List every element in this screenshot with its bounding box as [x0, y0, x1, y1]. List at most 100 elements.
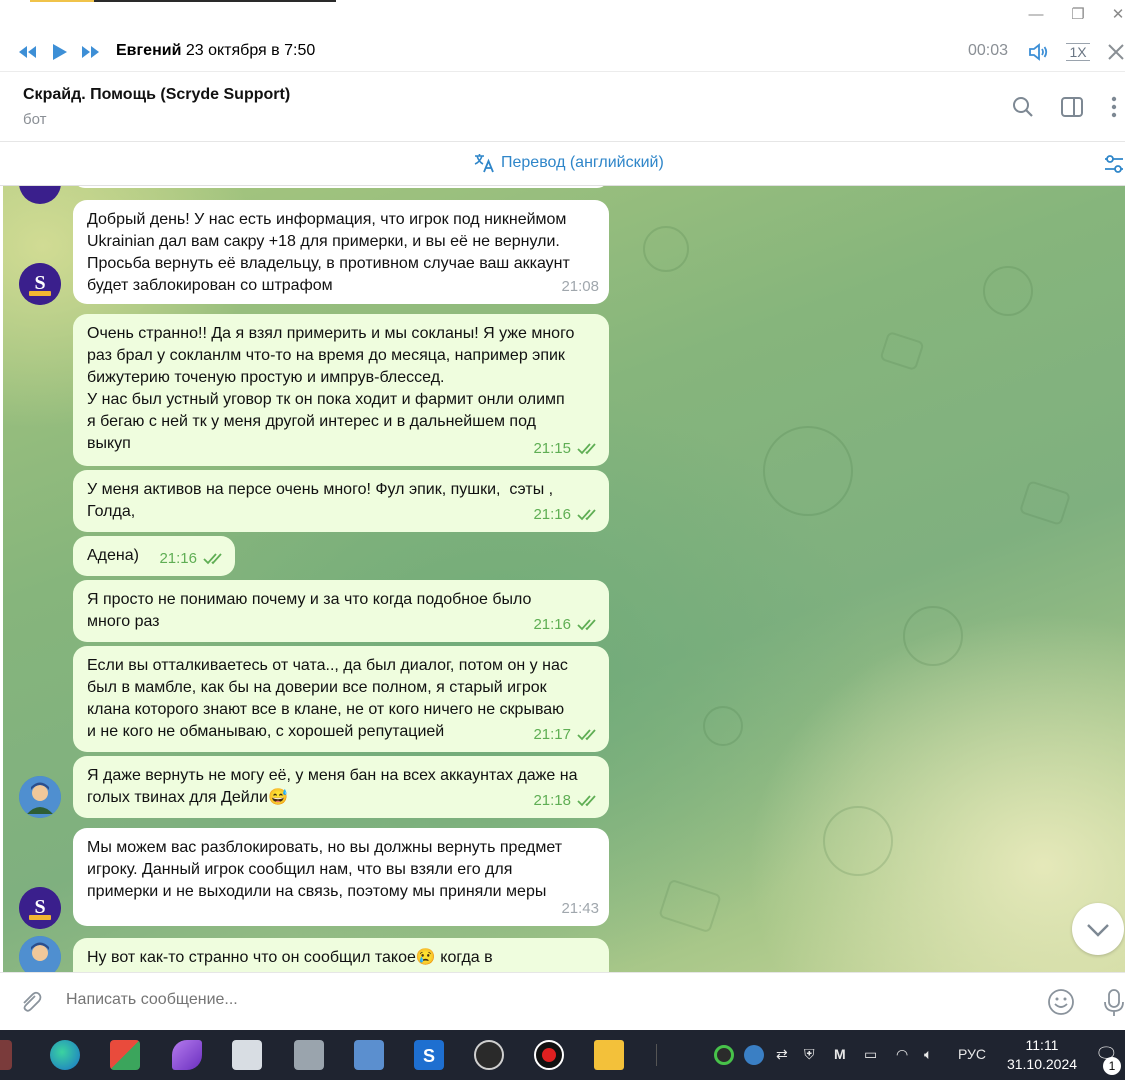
taskbar-clock[interactable]: 11:11 31.10.2024 — [1004, 1036, 1080, 1074]
bot-avatar[interactable]: S — [19, 263, 61, 305]
chat-title[interactable]: Скрайд. Помощь (Scryde Support) — [23, 86, 290, 104]
message-time: 21:15 — [533, 440, 571, 457]
user-photo-icon — [19, 936, 61, 972]
audio-player-bar: Евгений 23 октября в 7:50 00:03 1X — [0, 32, 1125, 72]
message-time: 21:43 — [561, 900, 599, 917]
network-adapter-icon[interactable]: ⇄ — [776, 1046, 788, 1063]
battery-icon[interactable]: ▭ — [864, 1046, 877, 1063]
restore-button[interactable]: ❐ — [1064, 4, 1092, 26]
message-meta: 21:17 — [533, 724, 599, 746]
wallpaper-doodle — [879, 330, 925, 372]
message-bubble-incoming[interactable]: Мы можем вас разблокировать, но вы должн… — [73, 828, 609, 926]
read-receipt-icon — [577, 509, 596, 521]
scryde-launcher-icon[interactable]: S — [414, 1040, 444, 1070]
fast-forward-icon[interactable] — [78, 40, 102, 64]
microsoft-store-icon[interactable] — [110, 1040, 140, 1070]
bot-avatar[interactable]: S — [19, 887, 61, 929]
bot-avatar[interactable] — [19, 186, 61, 204]
message-bubble-outgoing[interactable]: Я даже вернуть не могу её, у меня бан на… — [73, 756, 609, 818]
message-time: 21:08 — [561, 278, 599, 295]
read-receipt-icon — [203, 553, 222, 565]
read-receipt-icon — [577, 443, 596, 455]
message-bubble-outgoing[interactable]: Если вы отталкиваетесь от чата.., да был… — [73, 646, 609, 752]
wallpaper-doodle — [763, 426, 853, 516]
volume-icon[interactable] — [1027, 40, 1051, 64]
tray-app-icon[interactable] — [744, 1045, 764, 1065]
translate-bar[interactable]: Перевод (английский) — [0, 142, 1125, 186]
rewind-icon[interactable] — [16, 40, 40, 64]
message-text: Я просто не понимаю почему и за что когд… — [87, 591, 532, 630]
message-list[interactable]: Добрый день! У нас есть информация, что … — [3, 186, 1125, 972]
language-indicator[interactable]: РУС — [958, 1046, 986, 1062]
windows-taskbar: S ⇄ ⛨ M ▭ ◠ 🔈︎ РУС 11:11 31.10.2024 🗨︎ 1 — [0, 1030, 1125, 1080]
security-shield-icon[interactable]: ⛨ — [804, 1046, 815, 1063]
message-time: 21:16 — [159, 550, 197, 567]
chat-header[interactable]: Скрайд. Помощь (Scryde Support) бот — [0, 72, 1125, 142]
play-icon[interactable] — [47, 40, 71, 64]
message-bubble-outgoing[interactable]: Очень странно!! Да я взял примерить и мы… — [73, 314, 609, 466]
message-text: Ну вот как-то странно что он сообщил так… — [87, 949, 493, 966]
clock-time: 11:11 — [1025, 1037, 1059, 1053]
sidebar-toggle-icon[interactable] — [1059, 94, 1085, 120]
message-bubble-incoming[interactable]: Добрый день! У нас есть информация, что … — [73, 200, 609, 304]
player-date: 23 октября в 7:50 — [185, 42, 316, 59]
user-photo-icon — [19, 776, 61, 818]
wallpaper-doodle — [658, 878, 722, 934]
status-indicator-icon[interactable] — [714, 1045, 734, 1065]
feather-app-icon[interactable] — [172, 1040, 202, 1070]
tray-m-icon[interactable]: M — [834, 1046, 846, 1062]
svg-text:S: S — [34, 272, 45, 294]
message-time: 21:18 — [533, 792, 571, 809]
playback-speed-button[interactable]: 1X — [1066, 43, 1090, 61]
search-icon[interactable] — [1010, 94, 1036, 120]
user-avatar[interactable] — [19, 936, 61, 972]
emoji-icon[interactable] — [1046, 987, 1076, 1017]
taskbar-app-icon[interactable] — [0, 1040, 12, 1070]
message-bubble-outgoing[interactable]: Я просто не понимаю почему и за что когд… — [73, 580, 609, 642]
message-meta: 21:16 — [533, 504, 599, 526]
previous-message-edge — [73, 186, 609, 188]
wallpaper-doodle — [1018, 480, 1072, 526]
paperclip-icon[interactable] — [18, 989, 44, 1015]
speaker-icon[interactable]: 🔈︎ — [924, 1046, 932, 1063]
close-player-icon[interactable] — [1104, 40, 1125, 64]
window-titlebar: — ❐ ✕ — [0, 0, 1125, 32]
taskbar-separator — [656, 1044, 657, 1066]
player-elapsed: 00:03 — [968, 42, 1009, 59]
translate-settings-icon[interactable] — [1103, 154, 1125, 174]
scroll-to-bottom-button[interactable] — [1072, 903, 1124, 955]
monitor-app-icon[interactable] — [232, 1040, 262, 1070]
translate-button[interactable]: Перевод (английский) — [473, 153, 664, 173]
calculator-icon[interactable] — [294, 1040, 324, 1070]
message-meta: 21:08 — [561, 276, 599, 298]
message-text: Я даже вернуть не могу её, у меня бан на… — [87, 767, 578, 806]
window-app-icon[interactable] — [354, 1040, 384, 1070]
more-options-icon[interactable] — [1104, 94, 1124, 120]
wallpaper-doodle — [643, 226, 689, 272]
wifi-icon[interactable]: ◠ — [896, 1046, 908, 1063]
message-input[interactable] — [66, 991, 966, 1009]
read-receipt-icon — [577, 795, 596, 807]
microphone-icon[interactable] — [1103, 987, 1125, 1017]
user-avatar[interactable] — [19, 776, 61, 818]
message-text: Если вы отталкиваетесь от чата.., да был… — [87, 657, 568, 740]
game-client-icon[interactable] — [474, 1040, 504, 1070]
clock-date: 31.10.2024 — [1006, 1056, 1078, 1072]
close-window-button[interactable]: ✕ — [1104, 4, 1125, 26]
message-text: Очень странно!! Да я взял примерить и мы… — [87, 325, 575, 452]
minimize-button[interactable]: — — [1022, 4, 1050, 26]
file-explorer-icon[interactable] — [594, 1040, 624, 1070]
player-track-title[interactable]: Евгений 23 октября в 7:50 — [116, 42, 315, 60]
wallpaper-doodle — [983, 266, 1033, 316]
message-bubble-outgoing[interactable]: У меня активов на персе очень много! Фул… — [73, 470, 609, 532]
message-composer — [0, 972, 1125, 1030]
chat-status: бот — [23, 111, 47, 128]
message-text: Добрый день! У нас есть информация, что … — [87, 211, 570, 294]
message-bubble-outgoing[interactable]: Адена) 21:16 — [73, 536, 235, 576]
message-bubble-outgoing[interactable]: Ну вот как-то странно что он сообщил так… — [73, 938, 609, 972]
scryde-logo-icon: S — [19, 887, 61, 929]
shield-s-icon: S — [423, 1046, 435, 1066]
message-meta: 21:18 — [533, 790, 599, 812]
record-icon[interactable] — [534, 1040, 564, 1070]
edge-browser-icon[interactable] — [50, 1040, 80, 1070]
